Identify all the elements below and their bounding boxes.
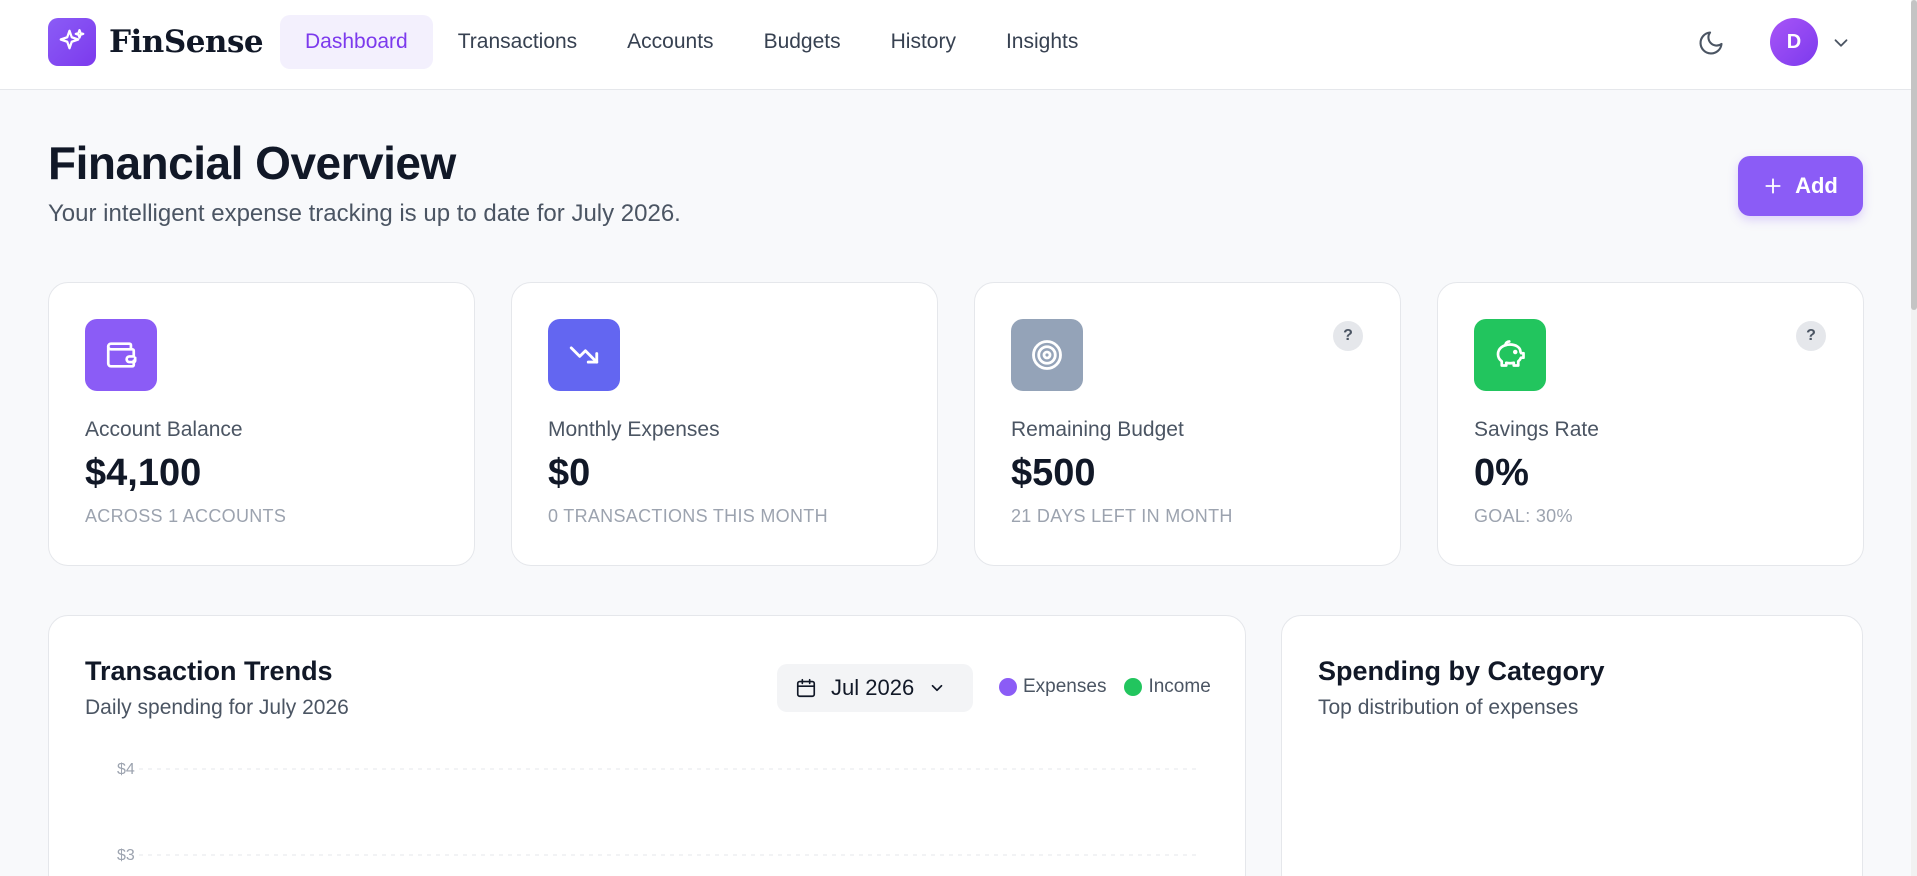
trend-chart: $4 $3 xyxy=(117,761,1199,864)
user-avatar[interactable]: D xyxy=(1770,18,1818,66)
sparkle-icon xyxy=(48,18,96,66)
moon-icon[interactable] xyxy=(1694,26,1728,60)
nav-dashboard[interactable]: Dashboard xyxy=(280,15,433,69)
page-title: Financial Overview xyxy=(48,137,456,189)
stat-label-savings-rate: Savings Rate xyxy=(1474,418,1599,441)
nav-history[interactable]: History xyxy=(866,15,981,69)
add-button[interactable]: Add xyxy=(1738,156,1863,216)
piggy-bank-icon xyxy=(1474,319,1546,391)
wallet-icon xyxy=(85,319,157,391)
app-logo[interactable]: FinSense xyxy=(48,18,264,66)
stat-value-monthly-expenses: $0 xyxy=(548,452,591,494)
plus-icon xyxy=(1763,176,1783,196)
target-icon xyxy=(1011,319,1083,391)
nav-accounts[interactable]: Accounts xyxy=(602,15,738,69)
nav-insights[interactable]: Insights xyxy=(981,15,1103,69)
scrollbar-thumb[interactable] xyxy=(1911,0,1917,310)
y-tick-label: $4 xyxy=(117,761,135,778)
main-nav: Dashboard Transactions Accounts Budgets … xyxy=(280,15,1103,69)
stat-label-remaining-budget: Remaining Budget xyxy=(1011,418,1184,441)
category-subtitle: Top distribution of expenses xyxy=(1318,696,1579,719)
spending-by-category-card: Spending by Category Top distribution of… xyxy=(1281,615,1863,876)
y-tick-label: $3 xyxy=(117,847,135,864)
help-icon[interactable]: ? xyxy=(1796,321,1826,351)
stat-sub-monthly-expenses: 0 TRANSACTIONS THIS MONTH xyxy=(548,506,828,526)
stat-value-remaining-budget: $500 xyxy=(1011,452,1096,494)
help-icon[interactable]: ? xyxy=(1333,321,1363,351)
stat-sub-remaining-budget: 21 DAYS LEFT IN MONTH xyxy=(1011,506,1233,526)
stat-sub-savings-rate: GOAL: 30% xyxy=(1474,506,1573,526)
stat-label-account-balance: Account Balance xyxy=(85,418,243,441)
chevron-down-icon[interactable] xyxy=(1830,32,1852,54)
stat-value-account-balance: $4,100 xyxy=(85,452,202,494)
transaction-trends-card: Transaction Trends Daily spending for Ju… xyxy=(48,615,1246,876)
nav-budgets[interactable]: Budgets xyxy=(739,15,866,69)
stat-label-monthly-expenses: Monthly Expenses xyxy=(548,418,720,441)
top-navigation-bar: FinSense Dashboard Transactions Accounts… xyxy=(0,0,1911,90)
category-title: Spending by Category xyxy=(1318,656,1605,686)
trending-down-icon xyxy=(548,319,620,391)
page-subtitle: Your intelligent expense tracking is up … xyxy=(48,200,681,227)
add-button-label: Add xyxy=(1795,173,1838,198)
nav-transactions[interactable]: Transactions xyxy=(433,15,602,69)
app-name: FinSense xyxy=(109,24,264,60)
stat-sub-account-balance: ACROSS 1 ACCOUNTS xyxy=(85,506,287,526)
stat-value-savings-rate: 0% xyxy=(1474,452,1529,494)
